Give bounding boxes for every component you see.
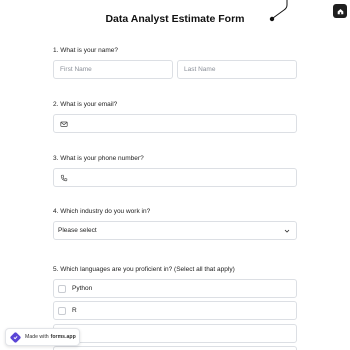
option-4[interactable] (53, 346, 297, 350)
option-python[interactable]: Python (53, 279, 297, 298)
question-1-label: 1. What is your name? (53, 47, 119, 54)
industry-selected-value: Please select (58, 227, 97, 234)
first-name-field[interactable]: First Name (53, 60, 173, 79)
option-label: Python (72, 285, 93, 292)
phone-field[interactable] (53, 168, 297, 187)
email-field[interactable] (53, 114, 297, 133)
form-page: Data Analyst Estimate Form 1. What is yo… (0, 0, 350, 350)
made-with-badge[interactable]: Made with forms.app (5, 328, 80, 346)
question-5-label: 5. Which languages are you proficient in… (53, 266, 235, 273)
first-name-placeholder: First Name (60, 66, 92, 73)
last-name-placeholder: Last Name (184, 66, 216, 73)
chevron-down-icon (284, 229, 290, 233)
question-2-label: 2. What is your email? (53, 101, 118, 108)
checkbox[interactable] (58, 306, 66, 315)
phone-icon (60, 174, 68, 181)
last-name-field[interactable]: Last Name (177, 60, 297, 79)
form-title: Data Analyst Estimate Form (105, 13, 245, 25)
option-label: R (72, 307, 77, 314)
forms-app-logo (10, 331, 21, 343)
option-3[interactable] (53, 324, 297, 343)
question-3-label: 3. What is your phone number? (53, 155, 144, 162)
checkbox[interactable] (58, 284, 66, 293)
badge-brand: forms.app (50, 334, 76, 340)
question-4-label: 4. Which industry do you work in? (53, 208, 151, 215)
badge-prefix: Made with (25, 334, 49, 340)
industry-select[interactable]: Please select (53, 221, 297, 240)
envelope-icon (60, 121, 68, 127)
option-r[interactable]: R (53, 301, 297, 320)
